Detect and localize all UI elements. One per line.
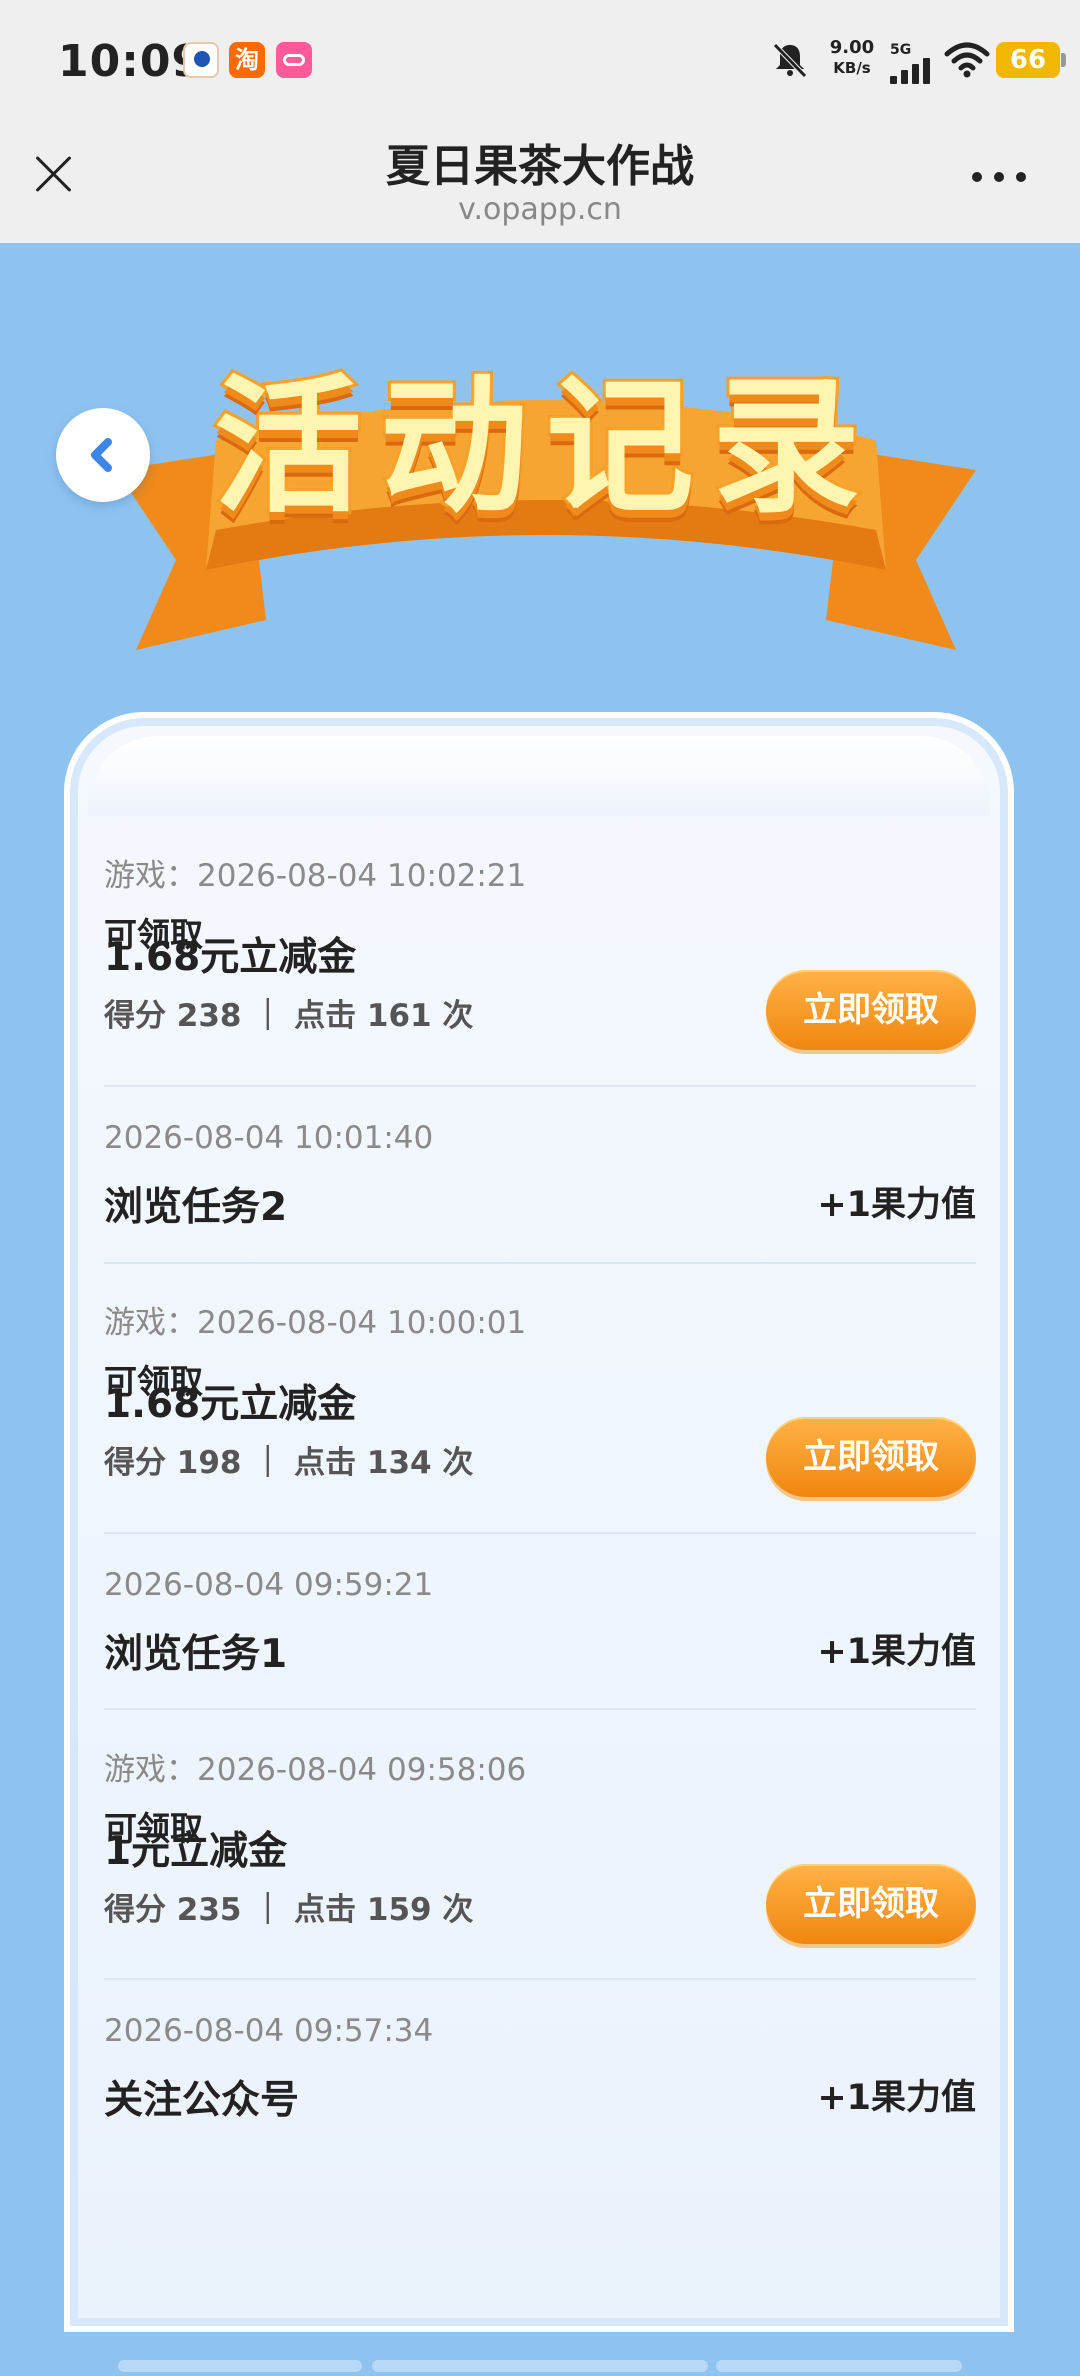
- taobao-icon: 淘: [229, 42, 265, 78]
- bottom-tab-indicator: [716, 2360, 962, 2372]
- record-time: 2026-08-04 09:59:21: [104, 1567, 434, 1603]
- divider: [104, 1532, 976, 1534]
- record-reward: +1果力值: [817, 1632, 976, 1672]
- record-name: 关注公众号: [104, 2078, 300, 2123]
- mute-bell-icon: [773, 43, 807, 78]
- record-reward: +1果力值: [817, 2078, 976, 2118]
- activity-record-banner: 活动记录: [96, 320, 996, 660]
- back-button[interactable]: [56, 408, 150, 502]
- claim-button[interactable]: 立即领取: [766, 1417, 976, 1497]
- status-bar: 10:09 淘 9.00 KB/s 5G 66: [0, 0, 1080, 120]
- bottom-tab-indicator: [118, 2360, 362, 2372]
- claim-button[interactable]: 立即领取: [766, 1864, 976, 1944]
- page-url: v.opapp.cn: [458, 192, 622, 227]
- record-name: 浏览任务1: [104, 1632, 288, 1677]
- banner-title: 活动记录: [211, 358, 878, 536]
- network-speed: 9.00 KB/s: [829, 37, 875, 78]
- divider: [104, 1708, 976, 1710]
- bottom-tab-indicator: [372, 2360, 708, 2372]
- wifi-icon: [944, 42, 990, 78]
- record-reward: +1果力值: [817, 1185, 976, 1225]
- divider: [104, 1085, 976, 1087]
- divider: [104, 1262, 976, 1264]
- page-title: 夏日果茶大作战: [386, 141, 694, 192]
- record-time: 游戏：2026-08-04 10:02:21: [104, 858, 527, 894]
- claim-button[interactable]: 立即领取: [766, 970, 976, 1050]
- list-item: 游戏：2026-08-04 10:02:21 1.68元立减金 得分 238 ｜…: [104, 850, 976, 1050]
- notification-app-icon: [183, 42, 219, 78]
- record-time: 游戏：2026-08-04 10:00:01: [104, 1305, 527, 1341]
- record-time: 2026-08-04 09:57:34: [104, 2013, 434, 2049]
- record-time: 游戏：2026-08-04 09:58:06: [104, 1752, 527, 1788]
- divider: [104, 1978, 976, 1980]
- network-type: 5G: [890, 42, 912, 58]
- list-item: 2026-08-04 10:01:40 浏览任务2 +1果力值: [104, 1120, 976, 1230]
- list-item: 2026-08-04 09:59:21 浏览任务1 +1果力值: [104, 1567, 976, 1677]
- record-time: 2026-08-04 10:01:40: [104, 1120, 434, 1156]
- more-options-icon[interactable]: [972, 172, 1028, 184]
- bilibili-icon: [276, 42, 312, 78]
- chevron-left-icon: [91, 438, 112, 472]
- battery-indicator: 66: [996, 42, 1066, 78]
- list-item: 游戏：2026-08-04 10:00:01 1.68元立减金 得分 198 ｜…: [104, 1297, 976, 1497]
- browser-header: 10:09 淘 9.00 KB/s 5G 66 夏日果茶大作战 v.opapp.…: [0, 0, 1080, 243]
- list-item: 2026-08-04 09:57:34 关注公众号 +1果力值: [104, 2013, 976, 2123]
- record-name: 浏览任务2: [104, 1185, 288, 1230]
- status-time: 10:09: [58, 36, 204, 87]
- signal-icon: [890, 58, 932, 84]
- list-item: 游戏：2026-08-04 09:58:06 1元立减金 得分 235 ｜ 点击…: [104, 1744, 976, 1944]
